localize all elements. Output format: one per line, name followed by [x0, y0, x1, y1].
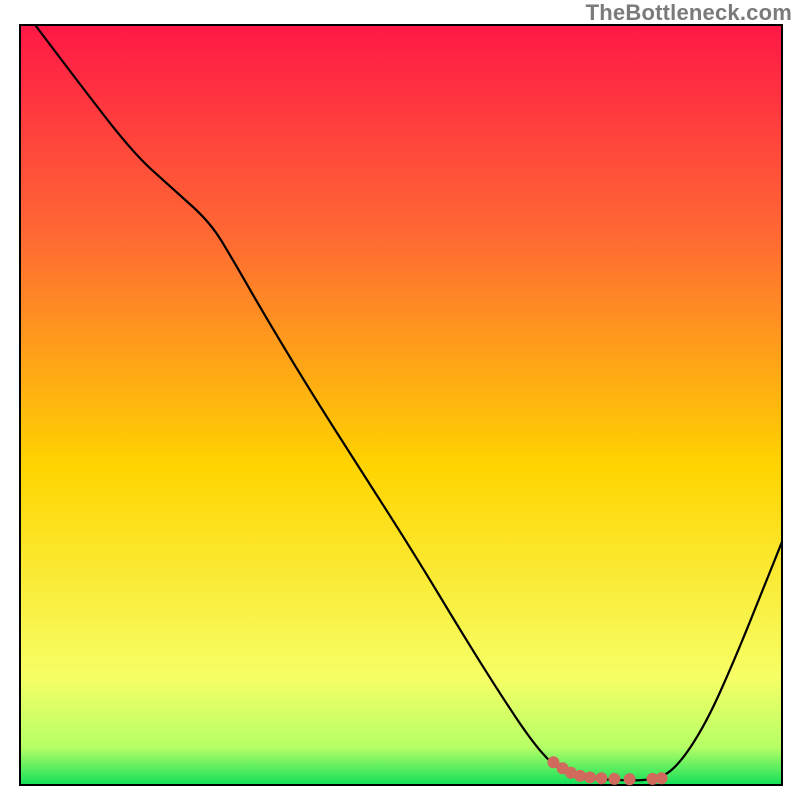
- highlight-dot: [584, 771, 596, 783]
- highlight-dot: [624, 773, 636, 785]
- highlight-dot: [608, 773, 620, 785]
- watermark-text: TheBottleneck.com: [586, 0, 792, 26]
- chart-container: TheBottleneck.com: [0, 0, 800, 800]
- bottleneck-chart: [0, 0, 800, 800]
- highlight-dot: [656, 772, 668, 784]
- plot-background: [20, 25, 782, 785]
- highlight-dot: [595, 772, 607, 784]
